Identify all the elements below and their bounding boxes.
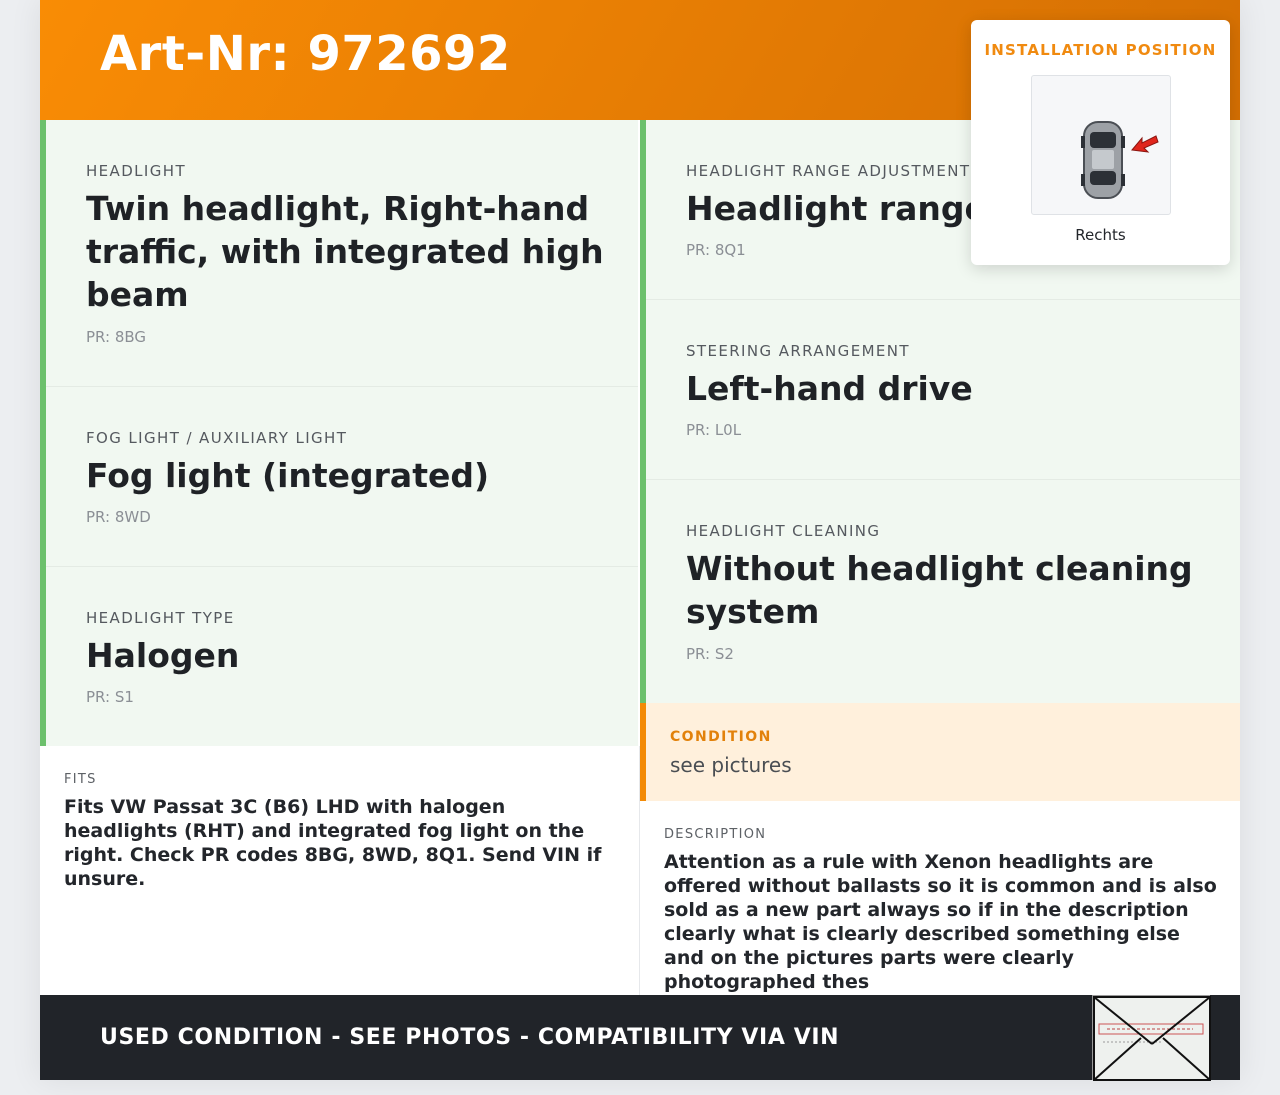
condition-value: see pictures [670, 753, 792, 777]
description-section: DESCRIPTION Attention as a rule with Xen… [664, 827, 1224, 994]
steering-panel: STEERING ARRANGEMENT Left-hand drive PR:… [640, 300, 1240, 480]
pr-code: PR: 8Q1 [686, 241, 746, 259]
description-text: Attention as a rule with Xenon headlight… [664, 851, 1217, 993]
condition-panel: CONDITION see pictures [640, 703, 1240, 801]
panel-label: HEADLIGHT TYPE [86, 609, 235, 627]
panel-label: HEADLIGHT [86, 162, 187, 180]
footer-text: USED CONDITION - SEE PHOTOS - COMPATIBIL… [100, 1025, 840, 1050]
car-top-view-arrow-icon [1081, 121, 1159, 199]
panel-value: Halogen [86, 636, 240, 675]
headlight-panel: HEADLIGHT Twin headlight, Right-hand tra… [40, 120, 638, 387]
fits-text: Fits VW Passat 3C (B6) LHD with halogen … [64, 796, 602, 890]
fits-section: FITS Fits VW Passat 3C (B6) LHD with hal… [64, 772, 604, 891]
pr-code: PR: S1 [86, 688, 134, 706]
footer-bar: USED CONDITION - SEE PHOTOS - COMPATIBIL… [40, 995, 1240, 1081]
condition-label: CONDITION [670, 729, 772, 745]
panel-label: HEADLIGHT CLEANING [686, 522, 881, 540]
panel-value: Twin headlight, Right-hand traffic, with… [86, 189, 604, 314]
headlight-type-panel: HEADLIGHT TYPE Halogen PR: S1 [40, 567, 638, 746]
panel-label: STEERING ARRANGEMENT [686, 342, 910, 360]
panel-value: Fog light (integrated) [86, 456, 490, 495]
panel-label: FOG LIGHT / AUXILIARY LIGHT [86, 429, 348, 447]
description-label: DESCRIPTION [664, 827, 767, 842]
pr-code: PR: 8WD [86, 508, 151, 526]
panel-label: HEADLIGHT RANGE ADJUSTMENT [686, 162, 971, 180]
installation-position-title: INSTALLATION POSITION [984, 41, 1217, 59]
car-position-image[interactable] [1031, 75, 1171, 215]
pr-code: PR: L0L [686, 421, 742, 439]
panel-value: Left-hand drive [686, 369, 973, 408]
pr-code: PR: 8BG [86, 328, 147, 346]
document-thumbnail[interactable] [1092, 995, 1211, 1081]
headlight-cleaning-panel: HEADLIGHT CLEANING Without headlight cle… [640, 480, 1240, 703]
fog-light-panel: FOG LIGHT / AUXILIARY LIGHT Fog light (i… [40, 387, 638, 567]
installation-position-card: INSTALLATION POSITION Rechts [971, 20, 1230, 265]
pr-code: PR: S2 [686, 645, 734, 663]
article-number-title: Art-Nr: 972692 [100, 26, 511, 82]
panel-value: Without headlight cleaning system [686, 549, 1193, 631]
installation-position-value: Rechts [1075, 226, 1126, 244]
column-divider [639, 746, 640, 995]
fits-label: FITS [64, 772, 97, 787]
envelope-icon [1093, 996, 1211, 1081]
